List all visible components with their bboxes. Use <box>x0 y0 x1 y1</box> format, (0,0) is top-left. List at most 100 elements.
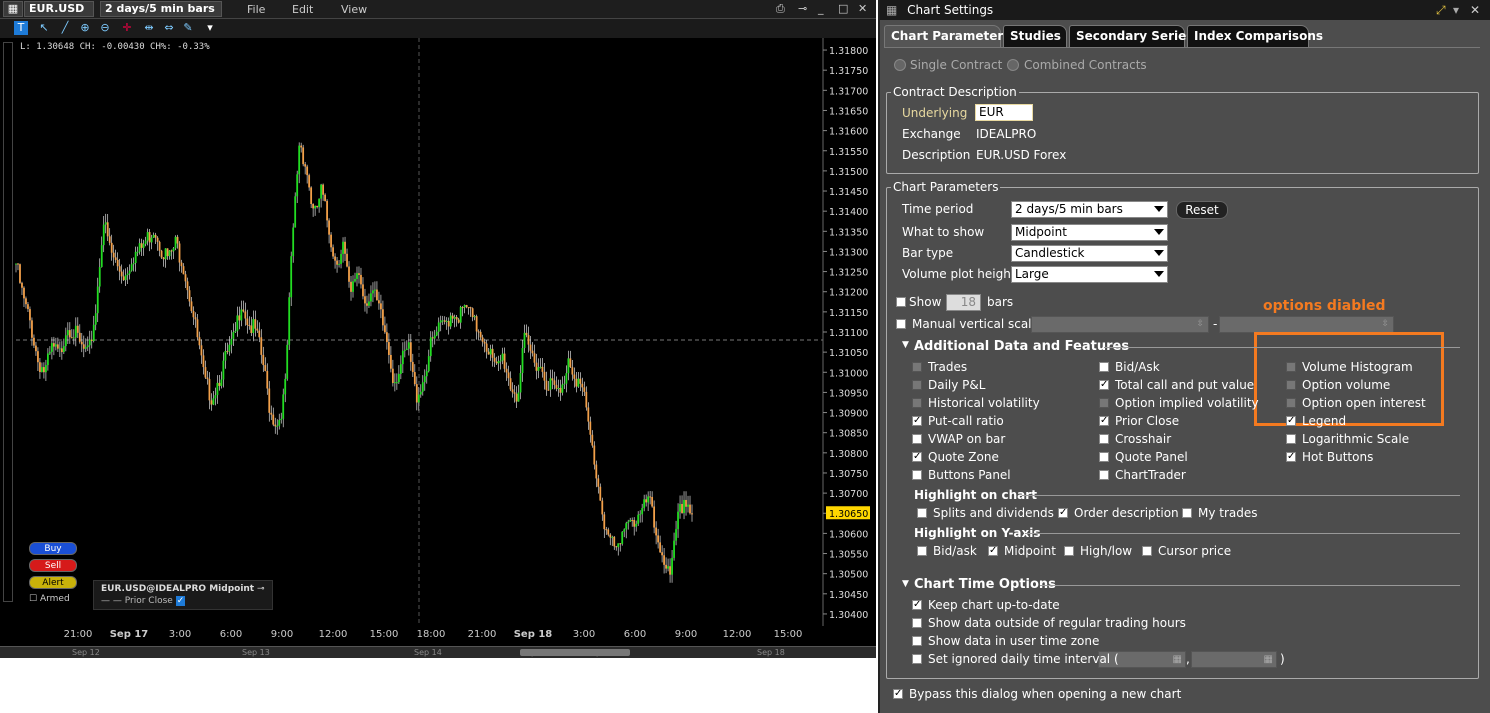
dock-icon[interactable]: ▾ <box>1453 0 1459 20</box>
collapse-icon[interactable]: ▼ <box>902 579 909 589</box>
tab-index-comparisons[interactable]: Index Comparisons <box>1187 25 1323 47</box>
option-checkbox[interactable] <box>1286 434 1296 444</box>
candle-body <box>304 164 307 167</box>
scale-icon[interactable]: ⇹ <box>142 21 156 35</box>
candle-body <box>96 286 99 314</box>
option-checkbox[interactable] <box>988 546 998 556</box>
crosshair-icon[interactable]: ✛ <box>120 21 134 35</box>
option-checkbox[interactable] <box>1099 452 1109 462</box>
option-checkbox[interactable] <box>1099 434 1109 444</box>
menu-edit[interactable]: Edit <box>292 3 313 16</box>
close-icon[interactable]: ✕ <box>858 2 867 15</box>
buy-button[interactable]: Buy <box>29 542 77 555</box>
info-icon[interactable]: T <box>14 21 28 35</box>
option-checkbox[interactable] <box>912 470 922 480</box>
candle-body <box>419 391 422 395</box>
manual-scale-checkbox[interactable] <box>896 319 906 329</box>
sell-button[interactable]: Sell <box>29 559 77 572</box>
price-chart[interactable]: 1.31800 1.31750 1.31700 1.31650 1.31600 1.315… <box>0 38 876 626</box>
collapse-icon[interactable]: ▼ <box>902 340 909 350</box>
armed-checkbox[interactable]: ☐ <box>29 594 37 604</box>
candle-body <box>495 361 498 364</box>
candle-body <box>513 392 516 394</box>
armed-toggle[interactable]: ☐ Armed <box>29 594 70 604</box>
tab-studies[interactable]: Studies <box>1003 25 1067 47</box>
x-tick-label: 9:00 <box>270 629 294 640</box>
symbol-dropdown[interactable]: EUR.USD ▾ <box>24 1 94 29</box>
maximize-icon[interactable]: □ <box>838 2 848 15</box>
candle-body <box>358 273 360 275</box>
candle-body <box>122 276 125 281</box>
what-to-show-select[interactable]: Midpoint <box>1011 224 1168 241</box>
candle-body <box>681 503 683 514</box>
combined-contracts-radio[interactable] <box>1007 59 1019 71</box>
option-checkbox[interactable] <box>912 618 922 628</box>
print-icon[interactable]: ⎙ <box>776 2 785 16</box>
pin-icon[interactable]: ⊸ <box>798 2 807 15</box>
candle-body <box>66 330 69 336</box>
option-checkbox[interactable] <box>1099 416 1109 426</box>
zoom-in-icon[interactable]: ⊕ <box>78 21 92 35</box>
chart-plot-area[interactable]: 1.31800 1.31750 1.31700 1.31650 1.31600 1.315… <box>0 38 876 626</box>
option-checkbox[interactable] <box>912 434 922 444</box>
option-checkbox[interactable] <box>917 546 927 556</box>
option-checkbox[interactable] <box>1099 470 1109 480</box>
option-checkbox[interactable] <box>1064 546 1074 556</box>
period-dropdown[interactable]: 2 days/5 min bars ▾ <box>100 1 222 29</box>
pin-icon[interactable]: ⊸ <box>257 584 265 594</box>
candle-body <box>208 379 211 401</box>
show-bars-checkbox[interactable] <box>896 297 906 307</box>
window-icon[interactable]: ▦ <box>3 1 23 17</box>
candle-body <box>617 543 620 548</box>
legend-checkbox[interactable]: ✓ <box>175 596 186 606</box>
single-contract-radio[interactable] <box>894 59 906 71</box>
reset-button[interactable]: Reset <box>1176 201 1228 219</box>
scroll-thumb[interactable] <box>520 649 630 656</box>
vertical-scroll-strip[interactable] <box>3 42 13 602</box>
option-checkbox[interactable] <box>1099 380 1109 390</box>
tab-secondary-series[interactable]: Secondary Series <box>1069 25 1193 47</box>
draw-line-icon[interactable]: ╱ <box>58 21 72 35</box>
option-checkbox[interactable] <box>1286 416 1296 426</box>
tab-chart-parameters[interactable]: Chart Parameters <box>884 25 1010 47</box>
time-period-select[interactable]: 2 days/5 min bars <box>1011 201 1168 218</box>
option-label: Quote Zone <box>928 450 999 464</box>
chevron-down-icon[interactable]: ▾ <box>203 21 217 35</box>
volume-height-select[interactable]: Large <box>1011 266 1168 283</box>
candle-body <box>258 330 261 338</box>
description-label: Description <box>902 148 971 162</box>
minimize-icon[interactable]: _ <box>818 2 824 15</box>
option-checkbox[interactable] <box>1142 546 1152 556</box>
pointer-icon[interactable]: ↖ <box>37 21 51 35</box>
settings-wrench-icon[interactable]: ✎ <box>181 21 195 35</box>
option-checkbox[interactable] <box>917 508 927 518</box>
bar-type-select[interactable]: Candlestick <box>1011 245 1168 262</box>
option-checkbox[interactable] <box>912 600 922 610</box>
option-checkbox[interactable] <box>912 636 922 646</box>
candle-body <box>595 464 598 479</box>
option-checkbox[interactable] <box>1286 452 1296 462</box>
option-checkbox[interactable] <box>1058 508 1068 518</box>
underlying-input[interactable]: EUR <box>975 104 1033 121</box>
candle-body <box>589 421 592 435</box>
candle-body <box>515 393 518 402</box>
zoom-out-icon[interactable]: ⊖ <box>98 21 112 35</box>
pin-icon[interactable]: ⤢ <box>1436 0 1446 20</box>
candle-body <box>100 245 103 268</box>
menu-file[interactable]: File <box>247 3 265 16</box>
candle-body <box>98 267 101 287</box>
option-checkbox[interactable] <box>1099 362 1109 372</box>
close-icon[interactable]: ✕ <box>1470 0 1480 20</box>
option-checkbox[interactable] <box>1182 508 1192 518</box>
option-checkbox[interactable] <box>912 654 922 664</box>
candle-body <box>78 332 81 342</box>
menu-view[interactable]: View <box>341 3 367 16</box>
time-scrollbar[interactable]: Sep 12Sep 13Sep 14Sep 16Sep 17Sep 18 <box>0 646 876 658</box>
fit-icon[interactable]: ⇔ <box>162 21 176 35</box>
show-bars-input[interactable]: 18 <box>946 294 981 311</box>
option-checkbox <box>1286 362 1296 372</box>
option-checkbox[interactable] <box>912 452 922 462</box>
option-checkbox[interactable] <box>912 416 922 426</box>
bypass-checkbox[interactable] <box>893 689 903 699</box>
alert-button[interactable]: Alert <box>29 576 77 589</box>
